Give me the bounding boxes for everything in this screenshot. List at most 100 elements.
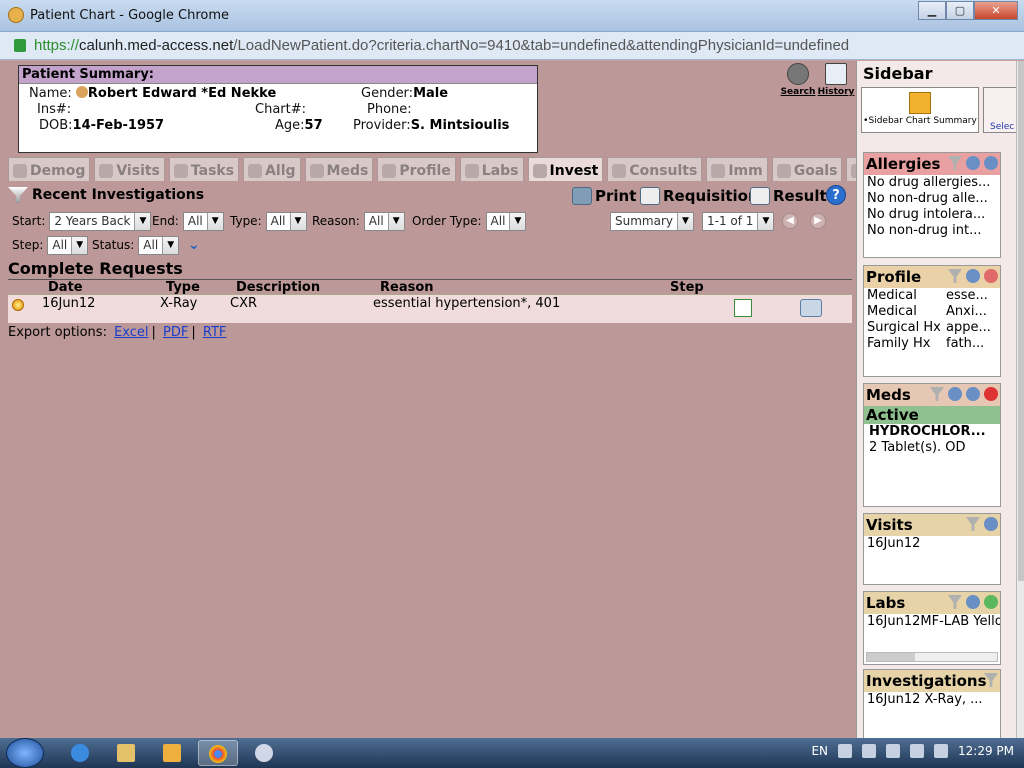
list-item[interactable]: Medical esse... <box>864 288 1000 304</box>
filter-icon[interactable] <box>930 387 944 401</box>
refresh-icon[interactable] <box>966 595 980 609</box>
col-step[interactable]: Step <box>670 280 704 295</box>
export-pdf-link[interactable]: PDF <box>163 325 188 340</box>
list-item[interactable]: Medical Anxi... <box>864 304 1000 320</box>
med-dose: 2 Tablet(s). OD <box>869 440 966 455</box>
tab-allg[interactable]: Allg <box>243 157 301 181</box>
col-description[interactable]: Description <box>236 280 320 295</box>
refresh-icon[interactable] <box>966 269 980 283</box>
maximize-button[interactable]: ▢ <box>946 1 974 20</box>
language-indicator[interactable]: EN <box>811 744 828 758</box>
explorer-taskbar-button[interactable] <box>106 740 146 766</box>
network-icon[interactable] <box>910 744 924 758</box>
filter-funnel-icon[interactable] <box>8 187 28 203</box>
col-type[interactable]: Type <box>166 280 200 295</box>
search-button[interactable]: Search <box>778 63 818 97</box>
list-item[interactable]: 16Jun12 X-Ray, ... <box>864 692 1000 708</box>
col-reason[interactable]: Reason <box>380 280 434 295</box>
list-item[interactable]: No drug intolera... <box>864 207 1000 223</box>
list-item[interactable]: No drug allergies... <box>864 175 1000 191</box>
list-item[interactable]: No non-drug int... <box>864 223 1000 239</box>
cell-type: X-Ray <box>160 296 198 311</box>
history-button[interactable]: History <box>816 63 856 97</box>
tab-profile[interactable]: Profile <box>377 157 456 181</box>
view-select[interactable]: Summary ▼ <box>610 211 694 231</box>
tab-invest[interactable]: Invest <box>527 157 604 181</box>
sidebar-chart-summary-tab[interactable]: •Sidebar Chart Summary <box>861 87 979 133</box>
export-rtf-link[interactable]: RTF <box>203 325 227 340</box>
order-type-select[interactable]: All ▼ <box>485 211 527 231</box>
minimize-button[interactable]: ▁ <box>918 1 946 20</box>
prev-page-icon[interactable]: ◀ <box>782 213 798 229</box>
col-date[interactable]: Date <box>48 280 83 295</box>
tab-meds[interactable]: Meds <box>304 157 374 181</box>
add-icon[interactable] <box>984 269 998 283</box>
antivirus-icon[interactable] <box>838 744 852 758</box>
view-result-icon[interactable] <box>800 299 822 317</box>
tab-tasks[interactable]: Tasks <box>168 157 240 181</box>
close-button[interactable]: ✕ <box>974 1 1018 20</box>
list-item[interactable]: Surgical Hx appe... <box>864 320 1000 336</box>
page-scrollbar[interactable] <box>1016 61 1024 738</box>
volume-icon[interactable] <box>934 744 948 758</box>
table-row[interactable]: 16Jun12 X-Ray CXR essential hypertension… <box>8 295 852 323</box>
flag-icon[interactable] <box>862 744 876 758</box>
requisition-button[interactable]: Requisition <box>640 187 759 205</box>
print-button[interactable]: Print <box>572 187 636 205</box>
help-icon[interactable] <box>966 387 980 401</box>
filter-icon[interactable] <box>984 673 998 687</box>
tab-consults[interactable]: Consults <box>607 157 703 181</box>
help-icon[interactable] <box>984 156 998 170</box>
section-heading: Recent Investigations <box>8 187 204 203</box>
export-excel-link[interactable]: Excel <box>114 325 148 340</box>
pill-icon[interactable] <box>984 387 998 401</box>
tray-app-icon[interactable] <box>886 744 900 758</box>
tab-tasks-icon <box>173 163 188 178</box>
list-item[interactable]: Family Hx fath... <box>864 336 1000 352</box>
edit-icon[interactable] <box>734 299 752 317</box>
status-select[interactable]: All ▼ <box>138 235 180 255</box>
refresh-icon[interactable] <box>984 517 998 531</box>
filter-icon[interactable] <box>966 517 980 531</box>
tab-labs[interactable]: Labs <box>459 157 524 181</box>
tab-demog[interactable]: Demog <box>8 157 91 181</box>
tab-goals[interactable]: Goals <box>771 157 843 181</box>
page-select[interactable]: 1-1 of 1 ▼ <box>702 211 775 231</box>
filter-icon[interactable] <box>948 595 962 609</box>
sidebar-select-tab[interactable]: Selec <box>983 87 1016 133</box>
expand-chevron-icon[interactable]: ⌄ <box>188 237 200 253</box>
list-item[interactable]: 16Jun12 <box>864 536 1000 552</box>
step-select[interactable]: All ▼ <box>47 235 89 255</box>
outlook-taskbar-button[interactable] <box>152 740 192 766</box>
tab-visits[interactable]: Visits <box>94 157 165 181</box>
patient-icon <box>75 86 88 98</box>
chrome-taskbar-button[interactable] <box>198 740 238 766</box>
clock[interactable]: 12:29 PM <box>958 744 1014 758</box>
refresh-icon[interactable] <box>966 156 980 170</box>
med-name[interactable]: HYDROCHLOR... <box>864 424 1000 440</box>
tab-imm[interactable]: Imm <box>706 157 768 181</box>
tab-goals-icon <box>776 163 791 178</box>
window-titlebar: Patient Chart - Google Chrome ▁ ▢ ✕ <box>0 0 1024 32</box>
list-item[interactable]: No non-drug alle... <box>864 191 1000 207</box>
filter-icon[interactable] <box>948 156 962 170</box>
lab-flask-icon[interactable] <box>984 595 998 609</box>
app-taskbar-button[interactable] <box>244 740 284 766</box>
refresh-icon[interactable] <box>948 387 962 401</box>
end-select[interactable]: All ▼ <box>182 211 224 231</box>
start-button[interactable] <box>6 738 44 768</box>
type-select[interactable]: All ▼ <box>265 211 307 231</box>
address-bar[interactable]: https://calunh.med-access.net/LoadNewPat… <box>0 32 1024 60</box>
chart-row: Chart#: <box>255 102 306 117</box>
result-button[interactable]: Result <box>750 187 827 205</box>
filter-icon[interactable] <box>948 269 962 283</box>
next-page-icon[interactable]: ▶ <box>810 213 826 229</box>
help-icon[interactable]: ? <box>826 185 846 205</box>
cell-date: 16Jun12 <box>42 296 96 311</box>
horizontal-scrollbar[interactable] <box>866 652 998 662</box>
list-item[interactable]: 16Jun12MF-LAB Yello <box>864 614 1000 630</box>
url-field[interactable]: https://calunh.med-access.net/LoadNewPat… <box>34 37 849 54</box>
start-select[interactable]: 2 Years Back ▼ <box>49 211 152 231</box>
ie-taskbar-button[interactable] <box>60 740 100 766</box>
reason-select[interactable]: All ▼ <box>363 211 405 231</box>
